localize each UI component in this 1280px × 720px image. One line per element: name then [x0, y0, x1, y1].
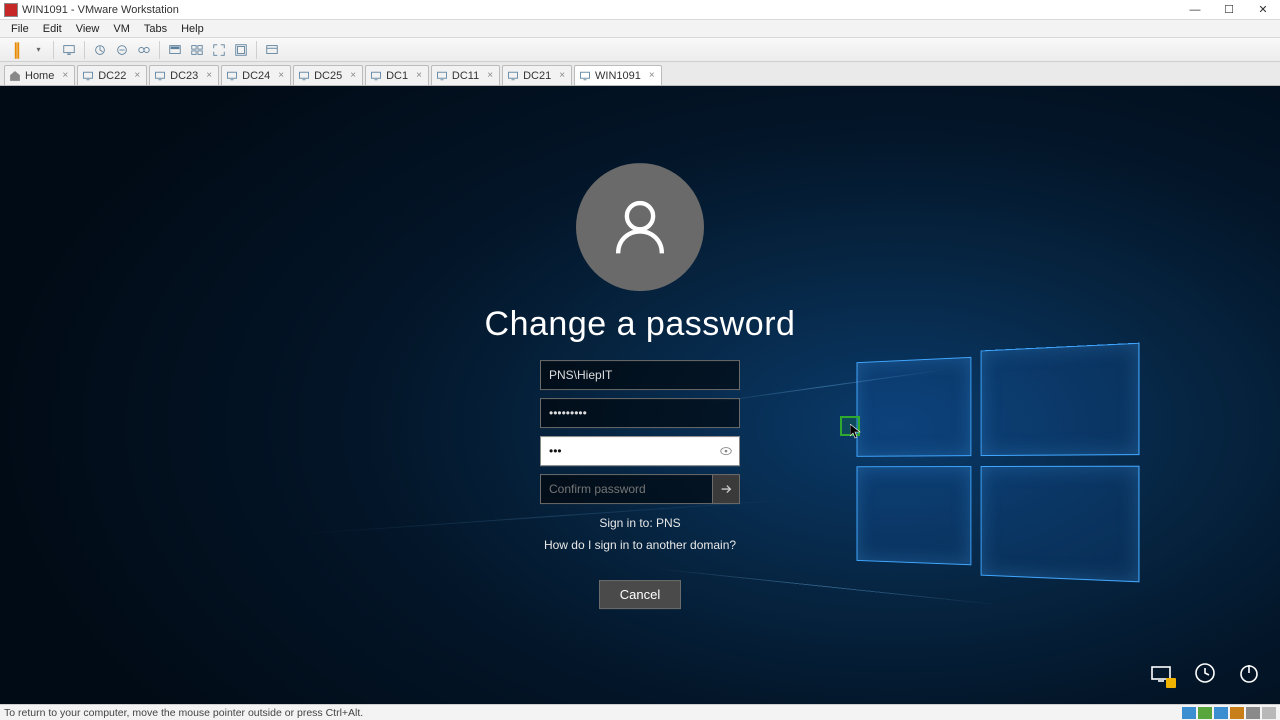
tab-close-icon[interactable]: × [62, 70, 68, 81]
sign-in-to-text: Sign in to: PNS [599, 516, 680, 530]
tab-dc21[interactable]: DC21 × [502, 65, 572, 85]
tab-close-icon[interactable]: × [350, 70, 356, 81]
vmware-window: WIN1091 - VMware Workstation — ☐ ✕ File … [0, 0, 1280, 720]
confirm-password-field[interactable] [540, 474, 712, 504]
tab-label: DC25 [314, 70, 342, 82]
page-title: Change a password [485, 305, 796, 344]
tab-label: DC21 [523, 70, 551, 82]
toolbar-separator [159, 41, 160, 59]
username-field[interactable] [540, 360, 740, 390]
menu-view[interactable]: View [69, 21, 107, 37]
tab-dc1[interactable]: DC1 × [365, 65, 429, 85]
titlebar: WIN1091 - VMware Workstation — ☐ ✕ [0, 0, 1280, 20]
tray-usb-icon[interactable] [1230, 707, 1244, 719]
suspend-button[interactable]: ∥ [6, 40, 26, 60]
tab-label: DC24 [242, 70, 270, 82]
other-domain-link[interactable]: How do I sign in to another domain? [544, 538, 736, 552]
maximize-button[interactable]: ☐ [1212, 0, 1246, 20]
minimize-button[interactable]: — [1178, 0, 1212, 20]
cursor-icon [850, 424, 862, 440]
tab-label: DC1 [386, 70, 408, 82]
lock-screen-footer [1148, 660, 1262, 686]
close-button[interactable]: ✕ [1246, 0, 1280, 20]
toolbar-separator [84, 41, 85, 59]
power-icon[interactable] [1236, 660, 1262, 686]
tab-label: DC11 [452, 70, 479, 82]
tab-close-icon[interactable]: × [206, 70, 212, 81]
toolbar-separator [53, 41, 54, 59]
snapshot-button[interactable] [90, 40, 110, 60]
show-console-button[interactable] [165, 40, 185, 60]
tab-close-icon[interactable]: × [487, 70, 493, 81]
send-ctrl-alt-del-button[interactable] [59, 40, 79, 60]
new-password-field[interactable] [540, 436, 740, 466]
app-icon [4, 3, 18, 17]
old-password-field[interactable] [540, 398, 740, 428]
submit-arrow-button[interactable] [712, 474, 740, 504]
user-avatar-icon [576, 163, 704, 291]
ease-of-access-icon[interactable] [1192, 660, 1218, 686]
tab-dc24[interactable]: DC24 × [221, 65, 291, 85]
windows-logo [857, 349, 1140, 593]
change-password-panel: Change a password Sign in to: PN [440, 163, 840, 609]
tab-label: DC23 [170, 70, 198, 82]
menu-vm[interactable]: VM [106, 21, 137, 37]
fullscreen-button[interactable] [209, 40, 229, 60]
tab-close-icon[interactable]: × [649, 70, 655, 81]
tab-dc11[interactable]: DC11 × [431, 65, 500, 85]
status-text: To return to your computer, move the mou… [0, 707, 1182, 719]
tab-label: Home [25, 70, 54, 82]
tab-dc23[interactable]: DC23 × [149, 65, 219, 85]
tray-hdd-icon[interactable] [1182, 707, 1196, 719]
tab-label: DC22 [98, 70, 126, 82]
statusbar: To return to your computer, move the mou… [0, 704, 1280, 720]
tab-home[interactable]: Home × [4, 65, 75, 85]
tray-network-icon[interactable] [1214, 707, 1228, 719]
tray-sound-icon[interactable] [1246, 707, 1260, 719]
tray-cd-icon[interactable] [1198, 707, 1212, 719]
revert-snapshot-button[interactable] [112, 40, 132, 60]
power-menu-button[interactable] [28, 40, 48, 60]
unity-button[interactable] [231, 40, 251, 60]
tray-printer-icon[interactable] [1262, 707, 1276, 719]
device-tray [1182, 707, 1280, 719]
reveal-password-icon[interactable] [716, 441, 736, 461]
vm-tabstrip: Home × DC22 × DC23 × DC24 × DC25 × DC1 × [0, 62, 1280, 86]
tab-dc25[interactable]: DC25 × [293, 65, 363, 85]
menu-edit[interactable]: Edit [36, 21, 69, 37]
cancel-button[interactable]: Cancel [599, 580, 681, 609]
menubar: File Edit View VM Tabs Help [0, 20, 1280, 38]
menu-help[interactable]: Help [174, 21, 211, 37]
vm-display[interactable]: Change a password Sign in to: PN [0, 86, 1280, 704]
tab-win1091[interactable]: WIN1091 × [574, 65, 662, 85]
thumbnail-button[interactable] [187, 40, 207, 60]
manage-snapshots-button[interactable] [134, 40, 154, 60]
menu-file[interactable]: File [4, 21, 36, 37]
tab-close-icon[interactable]: × [278, 70, 284, 81]
toolbar: ∥ [0, 38, 1280, 62]
tab-dc22[interactable]: DC22 × [77, 65, 147, 85]
menu-tabs[interactable]: Tabs [137, 21, 174, 37]
tab-close-icon[interactable]: × [416, 70, 422, 81]
tab-label: WIN1091 [595, 70, 641, 82]
library-button[interactable] [262, 40, 282, 60]
tab-close-icon[interactable]: × [559, 70, 565, 81]
window-title: WIN1091 - VMware Workstation [22, 4, 179, 16]
tab-close-icon[interactable]: × [134, 70, 140, 81]
toolbar-separator [256, 41, 257, 59]
network-icon[interactable] [1148, 660, 1174, 686]
